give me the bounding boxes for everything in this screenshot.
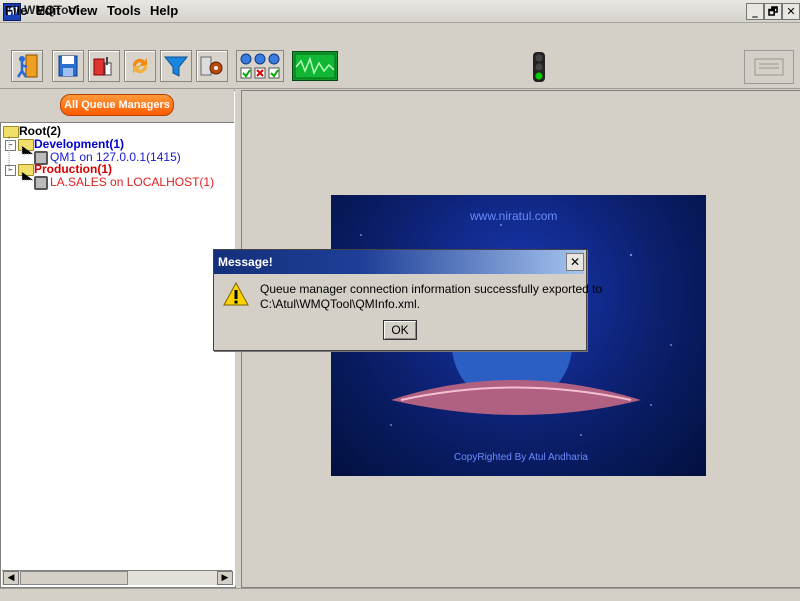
monitor-button[interactable] bbox=[292, 51, 338, 81]
dialog-message-line-2: C:\Atul\WMQTool\QMInfo.xml. bbox=[260, 297, 421, 311]
settings-icon bbox=[200, 56, 223, 76]
filter-button[interactable] bbox=[160, 50, 192, 82]
panel-toggle-button[interactable] bbox=[744, 50, 794, 84]
status-bar bbox=[0, 588, 800, 601]
status-indicators-icon bbox=[240, 53, 280, 79]
exit-button[interactable] bbox=[11, 50, 43, 82]
settings-button[interactable] bbox=[196, 50, 228, 82]
refresh-icon bbox=[132, 58, 148, 74]
tree-lines bbox=[8, 136, 33, 181]
tree-item-la-sales[interactable]: LA.SALES on LOCALHOST(1) bbox=[50, 175, 214, 189]
save-icon bbox=[58, 55, 78, 77]
ok-button[interactable]: OK bbox=[383, 320, 417, 340]
menu-edit[interactable]: Edit bbox=[36, 3, 61, 18]
close-window-button[interactable]: ✕ bbox=[782, 3, 800, 20]
filter-icon bbox=[163, 56, 189, 77]
traffic-light-icon bbox=[533, 52, 545, 82]
refresh-button[interactable] bbox=[124, 50, 156, 82]
save-button[interactable] bbox=[52, 50, 84, 82]
connect-button[interactable] bbox=[88, 50, 120, 82]
connect-icon bbox=[93, 57, 112, 76]
splash-copyright: CopyRighted By Atul Andharia bbox=[454, 452, 588, 463]
status-indicators-button[interactable] bbox=[236, 50, 284, 82]
dialog-close-button[interactable]: ✕ bbox=[566, 253, 584, 271]
exit-icon bbox=[16, 54, 38, 78]
splash-url: www.niratul.com bbox=[470, 209, 558, 223]
scroll-thumb[interactable] bbox=[20, 571, 128, 585]
warning-icon bbox=[223, 281, 249, 306]
scroll-right-button[interactable]: ▶ bbox=[217, 571, 233, 585]
all-queue-managers-button[interactable]: All Queue Managers bbox=[60, 94, 174, 116]
menu-bar bbox=[0, 22, 800, 42]
menu-view[interactable]: View bbox=[68, 3, 97, 18]
monitor-icon bbox=[294, 53, 336, 79]
restore-button[interactable]: 🗗 bbox=[764, 3, 782, 20]
toolbar bbox=[0, 44, 800, 89]
traffic-light bbox=[528, 51, 550, 83]
menu-help[interactable]: Help bbox=[150, 3, 178, 18]
panel-icon bbox=[754, 58, 784, 76]
scroll-left-button[interactable]: ◀ bbox=[3, 571, 19, 585]
dialog-message-line-1: Queue manager connection information suc… bbox=[260, 282, 603, 296]
menu-tools[interactable]: Tools bbox=[107, 3, 141, 18]
menu-file[interactable]: File bbox=[5, 3, 27, 18]
minimize-button[interactable]: _ bbox=[746, 3, 764, 20]
dialog-title: Message! bbox=[218, 255, 273, 269]
